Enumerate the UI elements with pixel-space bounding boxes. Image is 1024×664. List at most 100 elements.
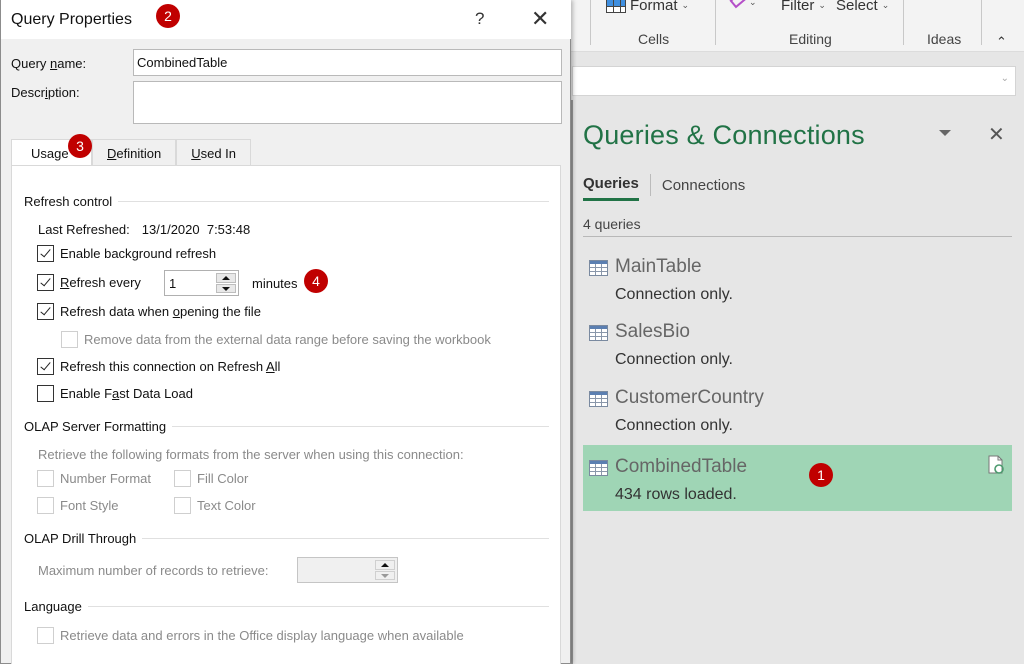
tab-used-in[interactable]: Used In (176, 139, 252, 165)
label-text: pening the file (179, 304, 261, 319)
refresh-interval-spinner[interactable]: 1 (164, 270, 239, 296)
refresh-every-option[interactable]: Refresh every (37, 274, 141, 291)
query-name: MainTable (615, 256, 702, 277)
fast-data-load-checkbox[interactable] (37, 385, 54, 402)
olap-drill-section: OLAP Drill Through (24, 531, 549, 546)
refresh-all-checkbox[interactable] (37, 358, 54, 375)
refresh-all-option[interactable]: Refresh this connection on Refresh All (37, 358, 280, 375)
divider (583, 236, 1012, 237)
pane-close-icon[interactable]: ✕ (988, 122, 1005, 147)
dialog-tabs: Usage Definition Used In (11, 139, 252, 167)
eraser-icon (729, 0, 747, 8)
query-count: 4 queries (583, 216, 641, 232)
enable-background-refresh-option[interactable]: Enable background refresh (37, 245, 216, 262)
label-text: ame: (57, 56, 87, 71)
decrement-arrow-icon[interactable] (216, 283, 236, 293)
label-text: round refresh (138, 246, 217, 261)
label-text: Refresh data when (60, 304, 173, 319)
number-format-option: Number Format (37, 470, 151, 487)
query-name-label: Query name: (11, 56, 86, 71)
formula-bar[interactable]: ⌄ (572, 66, 1016, 96)
option-label: Remove data from the external data range… (84, 332, 491, 347)
query-item-maintable[interactable]: MainTable Connection only. (583, 245, 1012, 311)
table-icon (589, 260, 608, 276)
query-item-customercountry[interactable]: CustomerCountry Connection only. (583, 376, 1012, 442)
office-language-option: Retrieve data and errors in the Office d… (37, 627, 464, 644)
format-button[interactable]: Format ⌄ (606, 0, 689, 14)
office-language-checkbox (37, 627, 54, 644)
number-format-checkbox (37, 470, 54, 487)
description-input[interactable] (133, 81, 562, 124)
query-status: Connection only. (615, 417, 733, 434)
dialog-titlebar: Query Properties ? ✕ (1, 0, 571, 39)
last-refreshed-label: Last Refreshed: (38, 222, 130, 237)
last-refreshed: Last Refreshed: 13/1/2020 7:53:48 (38, 222, 250, 237)
refresh-query-icon[interactable] (988, 455, 1004, 475)
increment-arrow-icon (375, 560, 395, 570)
option-label: Refresh data when opening the file (60, 304, 261, 319)
query-item-combinedtable[interactable]: CombinedTable 434 rows loaded. (583, 445, 1012, 511)
option-label: Fill Color (197, 471, 249, 486)
help-button[interactable]: ? (475, 9, 484, 29)
text-color-checkbox (174, 497, 191, 514)
option-label: Refresh this connection on Refresh All (60, 359, 280, 374)
spinner-arrows (375, 560, 395, 580)
section-title: OLAP Server Formatting (24, 419, 167, 434)
tab-label: sed In (200, 146, 237, 161)
label-text: efresh every (69, 275, 141, 290)
query-name: CustomerCountry (615, 387, 764, 408)
expand-formula-bar-icon[interactable]: ⌄ (1001, 73, 1009, 84)
sort-filter-button[interactable]: Filter ⌄ (781, 0, 826, 14)
ribbon-separator (981, 0, 982, 45)
collapse-ribbon-icon[interactable]: ⌃ (996, 34, 1007, 50)
increment-arrow-icon[interactable] (216, 273, 236, 283)
access-key: U (191, 146, 201, 161)
label-text: ption: (47, 85, 80, 100)
olap-formatting-section: OLAP Server Formatting (24, 419, 549, 434)
pane-options-icon[interactable] (939, 130, 951, 136)
refresh-every-checkbox[interactable] (37, 274, 54, 291)
close-button[interactable]: ✕ (531, 6, 549, 32)
ribbon-separator (903, 0, 904, 45)
tab-connections[interactable]: Connections (662, 177, 745, 200)
refresh-on-open-option[interactable]: Refresh data when opening the file (37, 303, 261, 320)
section-title: Refresh control (24, 194, 113, 209)
annotation-badge-2: 2 (156, 4, 180, 28)
option-label: Number Format (60, 471, 152, 486)
divider (118, 201, 549, 202)
tab-queries[interactable]: Queries (583, 175, 639, 201)
font-style-option: Font Style (37, 497, 119, 514)
remove-data-checkbox (61, 331, 78, 348)
label-text: Query (11, 56, 51, 71)
table-icon (589, 325, 608, 341)
format-label: Format (630, 0, 678, 14)
decrement-arrow-icon (375, 570, 395, 580)
editing-group-label: Editing (789, 31, 832, 47)
divider (87, 606, 549, 607)
find-select-button[interactable]: Select ⌄ (836, 0, 889, 14)
label-text: Enable F (60, 386, 113, 401)
fast-data-load-option[interactable]: Enable Fast Data Load (37, 385, 193, 402)
tab-label: efinition (116, 146, 162, 161)
tab-separator (649, 174, 651, 196)
refresh-interval-value[interactable]: 1 (169, 276, 176, 291)
cells-group-label: Cells (638, 31, 670, 47)
divider (172, 426, 549, 427)
enable-background-refresh-checkbox[interactable] (37, 245, 54, 262)
usage-panel: Refresh control Last Refreshed: 13/1/202… (11, 165, 561, 664)
annotation-badge-1: 1 (809, 463, 833, 487)
query-name-input[interactable] (133, 49, 562, 76)
fill-color-checkbox (174, 470, 191, 487)
query-status: Connection only. (615, 286, 733, 303)
tab-definition[interactable]: Definition (92, 139, 177, 165)
option-label: Font Style (60, 498, 119, 513)
max-records-spinner (297, 557, 398, 583)
option-label: Enable background refresh (60, 246, 216, 261)
option-label: Enable Fast Data Load (60, 386, 193, 401)
option-label: Retrieve data and errors in the Office d… (60, 628, 464, 643)
max-records-label: Maximum number of records to retrieve: (38, 563, 269, 578)
clear-button[interactable]: ⌄ (729, 0, 757, 8)
refresh-on-open-checkbox[interactable] (37, 303, 54, 320)
query-item-salesbio[interactable]: SalesBio Connection only. (583, 310, 1012, 376)
ideas-group-label: Ideas (927, 31, 962, 47)
